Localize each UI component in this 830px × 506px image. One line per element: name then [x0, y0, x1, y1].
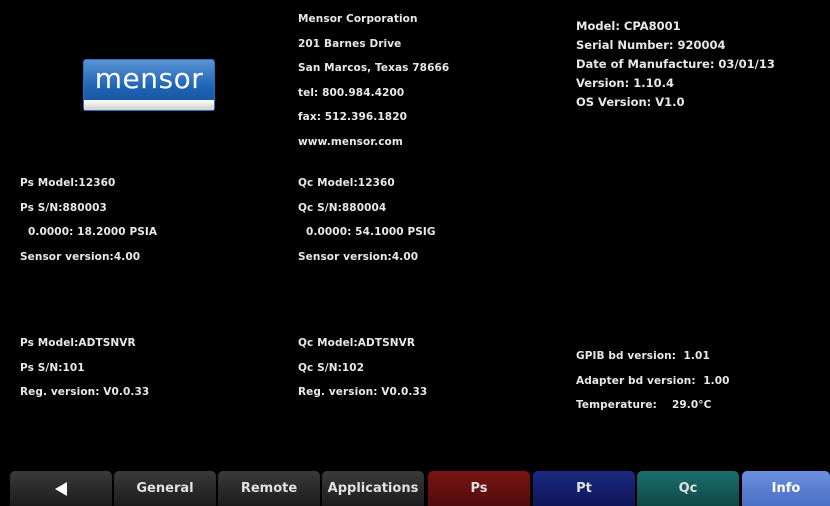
- logo-underbar: [84, 100, 214, 110]
- qc-sensor-info: Qc Model:12360 Qc S/N:880004 0.0000: 54.…: [298, 171, 436, 269]
- company-name: Mensor Corporation: [298, 13, 418, 25]
- ps-sensor-model: Ps Model:12360: [20, 177, 116, 189]
- qc-regulator-sn: Qc S/N:102: [298, 361, 365, 374]
- device-info: Model: CPA8001 Serial Number: 920004 Dat…: [576, 17, 775, 112]
- company-website: www.mensor.com: [298, 135, 403, 148]
- tab-general[interactable]: General: [114, 471, 216, 506]
- ps-sensor-version: Sensor version:4.00: [20, 250, 141, 263]
- company-city: San Marcos, Texas 78666: [298, 62, 450, 75]
- company-address: 201 Barnes Drive: [298, 37, 402, 50]
- adapter-board-version: Adapter bd version: 1.00: [576, 374, 730, 387]
- qc-regulator-info: Qc Model:ADTSNVR Qc S/N:102 Reg. version…: [298, 331, 427, 405]
- tab-pt[interactable]: Pt: [533, 471, 635, 506]
- ps-regulator-sn: Ps S/N:101: [20, 361, 85, 374]
- company-phone: tel: 800.984.4200: [298, 86, 405, 99]
- tab-remote[interactable]: Remote: [218, 471, 320, 506]
- board-info: GPIB bd version: 1.01 Adapter bd version…: [576, 344, 730, 418]
- qc-sensor-range: 0.0000: 54.1000 PSIG: [306, 226, 436, 239]
- qc-regulator-model: Qc Model:ADTSNVR: [298, 337, 416, 349]
- device-manufacture-date: Date of Manufacture: 03/01/13: [576, 57, 775, 71]
- company-info: Mensor Corporation 201 Barnes Drive San …: [298, 7, 449, 155]
- bottom-navigation: General Remote Applications Ps Pt Qc Inf…: [0, 469, 830, 506]
- qc-sensor-sn: Qc S/N:880004: [298, 201, 387, 214]
- back-button[interactable]: [10, 471, 112, 506]
- logo-text: mensor: [94, 62, 204, 95]
- device-version: Version: 1.10.4: [576, 76, 674, 90]
- qc-sensor-model: Qc Model:12360: [298, 177, 395, 189]
- ps-sensor-sn: Ps S/N:880003: [20, 201, 107, 214]
- device-os-version: OS Version: V1.0: [576, 95, 685, 109]
- device-serial: Serial Number: 920004: [576, 38, 726, 52]
- ps-regulator-version: Reg. version: V0.0.33: [20, 386, 150, 399]
- tab-applications[interactable]: Applications: [322, 471, 424, 506]
- ps-sensor-info: Ps Model:12360 Ps S/N:880003 0.0000: 18.…: [20, 171, 157, 269]
- temperature-readout: Temperature: 29.0°C: [576, 399, 712, 412]
- mensor-logo: mensor: [84, 60, 214, 110]
- tab-qc[interactable]: Qc: [637, 471, 739, 506]
- ps-sensor-range: 0.0000: 18.2000 PSIA: [28, 226, 158, 239]
- ps-regulator-model: Ps Model:ADTSNVR: [20, 337, 136, 349]
- qc-regulator-version: Reg. version: V0.0.33: [298, 386, 428, 399]
- device-model: Model: CPA8001: [576, 19, 681, 33]
- tab-ps[interactable]: Ps: [428, 471, 530, 506]
- ps-regulator-info: Ps Model:ADTSNVR Ps S/N:101 Reg. version…: [20, 331, 149, 405]
- gpib-board-version: GPIB bd version: 1.01: [576, 350, 710, 362]
- tab-info[interactable]: Info: [742, 471, 830, 506]
- back-arrow-icon: [55, 481, 67, 496]
- qc-sensor-version: Sensor version:4.00: [298, 250, 419, 263]
- company-fax: fax: 512.396.1820: [298, 111, 408, 124]
